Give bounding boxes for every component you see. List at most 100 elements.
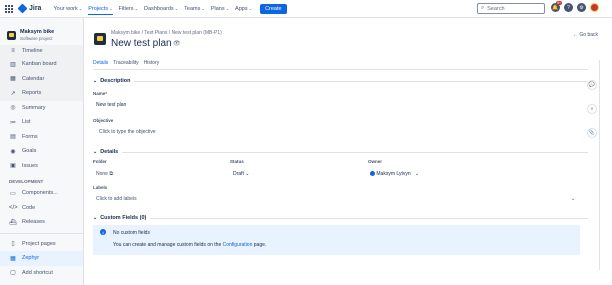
nav-filters[interactable]: Filters xyxy=(119,6,138,12)
pages-icon: ▯ xyxy=(11,241,15,248)
open-folder-icon[interactable]: ⧉ xyxy=(109,171,113,177)
sidebar-divider xyxy=(0,232,83,234)
labels-field[interactable]: Click to add labels xyxy=(96,196,137,202)
app-switcher-icon[interactable] xyxy=(5,4,13,13)
section-title: Description xyxy=(100,78,131,84)
section-title: Custom Fields (0) xyxy=(100,215,147,221)
sidebar-item-summary[interactable]: ◎ Summary xyxy=(0,101,83,116)
sidebar-item-add-shortcut[interactable]: ▢ Add shortcut xyxy=(0,266,83,281)
nav-projects[interactable]: Projects xyxy=(88,6,113,15)
owner-dropdown[interactable]: Maksym Lytvyn ⌄ xyxy=(370,171,419,177)
development-section-title: DEVELOPMENT xyxy=(9,179,44,184)
sidebar-item-zephyr[interactable]: ▦ Zephyr xyxy=(0,251,83,266)
configuration-link[interactable]: Configuration xyxy=(223,242,253,248)
sidebar-item-code[interactable]: </> Code xyxy=(0,201,83,216)
comments-icon[interactable]: 💬 xyxy=(587,80,597,90)
sidebar-item-components[interactable]: ▭ Components... xyxy=(0,186,83,201)
required-marker: * xyxy=(105,91,108,96)
notifications-badge: 9+ xyxy=(556,1,562,5)
info-text-after: page. xyxy=(253,242,267,248)
forms-icon: ▤ xyxy=(10,134,16,141)
scripts-icon[interactable]: ⌕ xyxy=(587,104,597,114)
sidebar-item-forms[interactable]: ▤ Forms xyxy=(0,130,83,145)
jira-logo-icon xyxy=(17,3,28,14)
breadcrumb-test-plans[interactable]: Test Plans xyxy=(144,30,167,36)
jira-logo[interactable]: Jira xyxy=(17,3,41,14)
help-icon[interactable]: ? xyxy=(564,3,573,12)
sidebar-item-kanban-board[interactable]: ▥ Kanban board xyxy=(0,57,83,72)
info-text: You can create and manage custom fields … xyxy=(113,242,266,248)
sidebar-item-label: Goals xyxy=(22,148,37,155)
zephyr-icon: ▦ xyxy=(10,255,16,262)
project-type: Software project xyxy=(20,36,53,41)
notifications-icon[interactable]: 🔔 9+ xyxy=(551,1,562,12)
sidebar-item-releases[interactable]: ⛴ Releases xyxy=(0,215,83,230)
name-label: Name* xyxy=(93,91,107,96)
issues-icon: ▣ xyxy=(10,163,16,170)
user-avatar[interactable] xyxy=(590,3,599,12)
sidebar-item-label: Summary xyxy=(22,104,46,111)
details-section-header[interactable]: ⌄ Details xyxy=(93,149,588,155)
go-back-label: Go back xyxy=(579,32,599,38)
no-custom-fields-info-box xyxy=(93,225,580,255)
nav-teams[interactable]: Teams xyxy=(184,6,205,12)
page-title[interactable]: New test plan xyxy=(111,38,172,49)
watch-eye-icon[interactable]: 👁 xyxy=(173,40,181,47)
sidebar-item-label: Add shortcut xyxy=(22,269,53,276)
info-text-before: You can create and manage custom fields … xyxy=(113,242,222,248)
search-input[interactable]: ⌕ Search xyxy=(477,3,545,14)
planning-group: ≡ Timeline ▥ Kanban board ▦ Calendar ↗ Repor… xyxy=(0,45,83,101)
objective-label: Objective xyxy=(93,118,114,123)
summary-icon: ◎ xyxy=(10,105,16,112)
attachment-icon[interactable]: 📎 xyxy=(587,128,597,138)
top-navigation-bar: Jira Your work Projects Filters Dashboar… xyxy=(0,0,612,18)
nav-your-work[interactable]: Your work xyxy=(53,6,82,12)
name-label-text: Name xyxy=(93,91,106,96)
chevron-down-icon: ⌄ xyxy=(245,171,250,177)
folder-value: None xyxy=(96,171,108,177)
sidebar-item-calendar[interactable]: ▦ Calendar xyxy=(0,72,83,87)
breadcrumb-current[interactable]: New test plan (MB-P1) xyxy=(172,30,222,36)
nav-plans[interactable]: Plans xyxy=(211,6,229,12)
go-back-button[interactable]: ← Go back xyxy=(573,32,598,38)
nav-dashboards[interactable]: Dashboards xyxy=(144,6,178,12)
chevron-down-icon: ⌄ xyxy=(93,149,98,155)
nav-apps[interactable]: Apps xyxy=(235,6,252,12)
right-action-rail: 💬 ⌕ 📎 xyxy=(587,80,597,138)
sidebar-item-label: Components... xyxy=(22,190,58,197)
sidebar-item-label: Forms xyxy=(22,133,38,140)
status-dropdown[interactable]: Draft ⌄ xyxy=(233,171,249,177)
owner-value: Maksym Lytvyn xyxy=(376,171,411,177)
project-sidebar: Maksym bike Software project ≡ Timeline ▥… xyxy=(0,18,84,285)
sidebar-item-goals[interactable]: ◉ Goals xyxy=(0,144,83,159)
sidebar-item-label: Project pages xyxy=(22,240,56,247)
test-plan-icon xyxy=(94,33,106,45)
tabs-divider xyxy=(93,69,588,70)
folder-field[interactable]: None ⧉ xyxy=(96,171,113,177)
calendar-icon: ▦ xyxy=(10,76,16,83)
sidebar-item-project-pages[interactable]: ▯ Project pages xyxy=(0,237,83,252)
project-header[interactable]: Maksym bike Software project xyxy=(0,18,83,45)
folder-label: Folder xyxy=(93,159,107,164)
sidebar-item-label: Reports xyxy=(22,90,42,97)
scrollbar[interactable] xyxy=(599,60,600,270)
custom-fields-section-header[interactable]: ⌄ Custom Fields (0) xyxy=(93,215,588,221)
objective-field[interactable]: Click to type the objective xyxy=(99,129,156,135)
sidebar-item-issues[interactable]: ▣ Issues xyxy=(0,159,83,174)
sidebar-item-list[interactable]: ≔ List xyxy=(0,115,83,130)
breadcrumb-project[interactable]: Maksym bike xyxy=(111,30,140,36)
settings-gear-icon[interactable]: ⚙ xyxy=(577,3,586,12)
name-value: New test plan xyxy=(96,102,127,108)
sidebar-item-timeline[interactable]: ≡ Timeline xyxy=(0,45,83,57)
chevron-down-icon: ⌄ xyxy=(414,171,420,177)
labels-chevron-down-icon[interactable]: ⌄ xyxy=(571,196,575,202)
status-label: Status xyxy=(230,159,244,164)
info-icon: i xyxy=(100,229,106,235)
description-section-header[interactable]: ⌄ Description xyxy=(93,78,588,84)
main-content: Maksym bike / Test Plans / New test plan… xyxy=(84,18,612,285)
releases-icon: ⛴ xyxy=(9,219,17,226)
sidebar-item-label: Calendar xyxy=(22,75,45,82)
sidebar-item-label: Releases xyxy=(22,219,45,226)
create-button[interactable]: Create xyxy=(260,3,287,14)
sidebar-item-reports[interactable]: ↗ Reports xyxy=(0,86,83,101)
